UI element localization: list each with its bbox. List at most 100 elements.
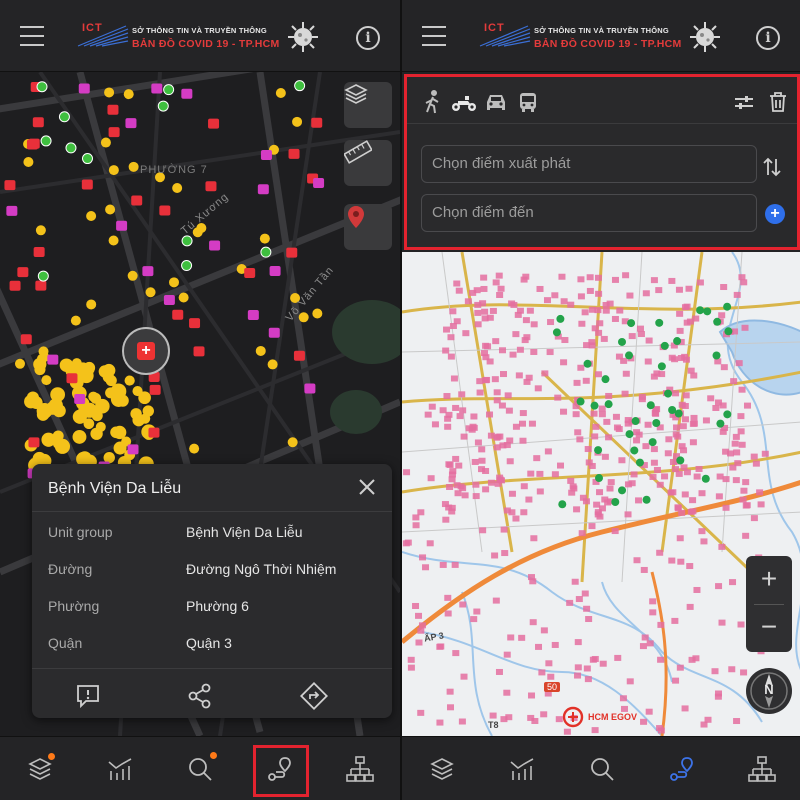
case-marker — [588, 523, 596, 530]
case-marker — [574, 429, 582, 436]
layers-tool-button[interactable] — [344, 82, 392, 128]
case-marker — [292, 116, 303, 127]
facility-marker — [107, 104, 119, 115]
case-marker — [574, 639, 582, 646]
nav-statistics[interactable] — [100, 751, 140, 787]
case-marker — [486, 411, 494, 418]
add-point-button[interactable]: + — [765, 204, 785, 224]
case-marker — [493, 389, 501, 396]
case-marker — [41, 432, 56, 447]
nav-org-chart[interactable] — [340, 751, 380, 787]
case-marker — [496, 433, 504, 440]
marker-tool-button[interactable] — [344, 204, 392, 250]
popup-row-ward: Phường Phường 6 — [32, 598, 392, 626]
case-marker — [422, 564, 430, 571]
light-map-view[interactable]: ẤP 3 50 T8 + − N HCM EGOV — [402, 252, 800, 736]
chart-icon — [108, 758, 132, 780]
case-marker — [649, 598, 657, 605]
case-marker — [690, 420, 698, 427]
nav-search[interactable] — [582, 751, 622, 787]
start-point-input[interactable]: Chọn điểm xuất phát — [421, 145, 757, 183]
case-marker — [579, 494, 587, 501]
green-marker — [37, 270, 49, 282]
facility-marker — [313, 178, 325, 189]
case-marker — [486, 314, 494, 321]
case-marker — [645, 337, 653, 344]
case-marker — [504, 392, 512, 399]
case-marker — [551, 641, 559, 648]
case-marker — [528, 420, 536, 427]
route-options-button[interactable] — [731, 89, 757, 115]
case-marker — [719, 428, 727, 435]
close-icon[interactable] — [356, 476, 378, 498]
case-marker — [554, 394, 562, 401]
bus-icon — [520, 93, 536, 112]
mode-car[interactable] — [483, 89, 509, 115]
swap-icon[interactable] — [761, 155, 783, 179]
compass-button[interactable]: N — [746, 668, 792, 714]
nav-route-active[interactable] — [662, 751, 702, 787]
case-marker — [680, 464, 688, 471]
green-marker — [712, 351, 721, 360]
case-marker — [618, 457, 626, 464]
report-icon[interactable] — [74, 682, 102, 710]
mode-motorbike[interactable] — [451, 89, 477, 115]
case-marker — [498, 347, 506, 354]
case-marker — [72, 429, 87, 444]
case-marker — [469, 289, 477, 296]
case-marker — [529, 619, 537, 626]
menu-icon[interactable] — [422, 26, 446, 46]
case-marker — [641, 634, 649, 641]
ruler-tool-button[interactable] — [344, 140, 392, 186]
case-marker — [690, 372, 698, 379]
case-marker — [624, 481, 632, 488]
green-marker — [696, 306, 705, 315]
mode-bus[interactable] — [515, 89, 541, 115]
case-marker — [544, 448, 552, 455]
case-marker — [665, 436, 673, 443]
info-icon[interactable]: i — [356, 26, 380, 50]
case-marker — [743, 402, 751, 409]
case-marker — [100, 137, 111, 148]
menu-icon[interactable] — [20, 26, 44, 46]
case-marker — [695, 465, 703, 472]
selected-hospital-marker[interactable]: + — [122, 327, 170, 375]
case-marker — [464, 298, 472, 305]
case-marker — [621, 390, 629, 397]
case-marker — [460, 673, 468, 680]
nav-layers[interactable] — [20, 751, 60, 787]
case-marker — [650, 277, 658, 284]
case-marker — [605, 392, 613, 399]
case-marker — [505, 407, 513, 414]
info-icon[interactable]: i — [756, 26, 780, 50]
facility-marker — [33, 247, 45, 258]
share-icon[interactable] — [186, 682, 214, 710]
mode-walk[interactable] — [419, 89, 445, 115]
case-marker — [732, 477, 740, 484]
case-marker — [567, 301, 575, 308]
nav-org-chart[interactable] — [742, 751, 782, 787]
nav-statistics[interactable] — [502, 751, 542, 787]
case-marker — [71, 358, 82, 369]
zoom-in-button[interactable]: + — [746, 556, 792, 604]
case-marker — [738, 274, 746, 281]
green-marker — [65, 142, 77, 154]
nav-search[interactable] — [180, 751, 220, 787]
case-marker — [508, 509, 516, 516]
case-marker — [689, 508, 697, 515]
directions-icon[interactable] — [300, 682, 328, 710]
nav-layers[interactable] — [422, 751, 462, 787]
case-marker — [493, 397, 501, 404]
case-marker — [500, 371, 508, 378]
clear-route-button[interactable] — [765, 89, 791, 115]
zoom-out-button[interactable]: − — [746, 604, 792, 652]
case-marker — [655, 287, 663, 294]
case-marker — [512, 423, 520, 430]
case-marker — [594, 274, 602, 281]
destination-input[interactable]: Chọn điểm đến — [421, 194, 757, 232]
facility-marker — [148, 427, 160, 438]
case-marker — [582, 377, 590, 384]
facility-marker — [288, 148, 300, 159]
facility-marker — [244, 267, 256, 278]
case-marker — [507, 634, 515, 641]
